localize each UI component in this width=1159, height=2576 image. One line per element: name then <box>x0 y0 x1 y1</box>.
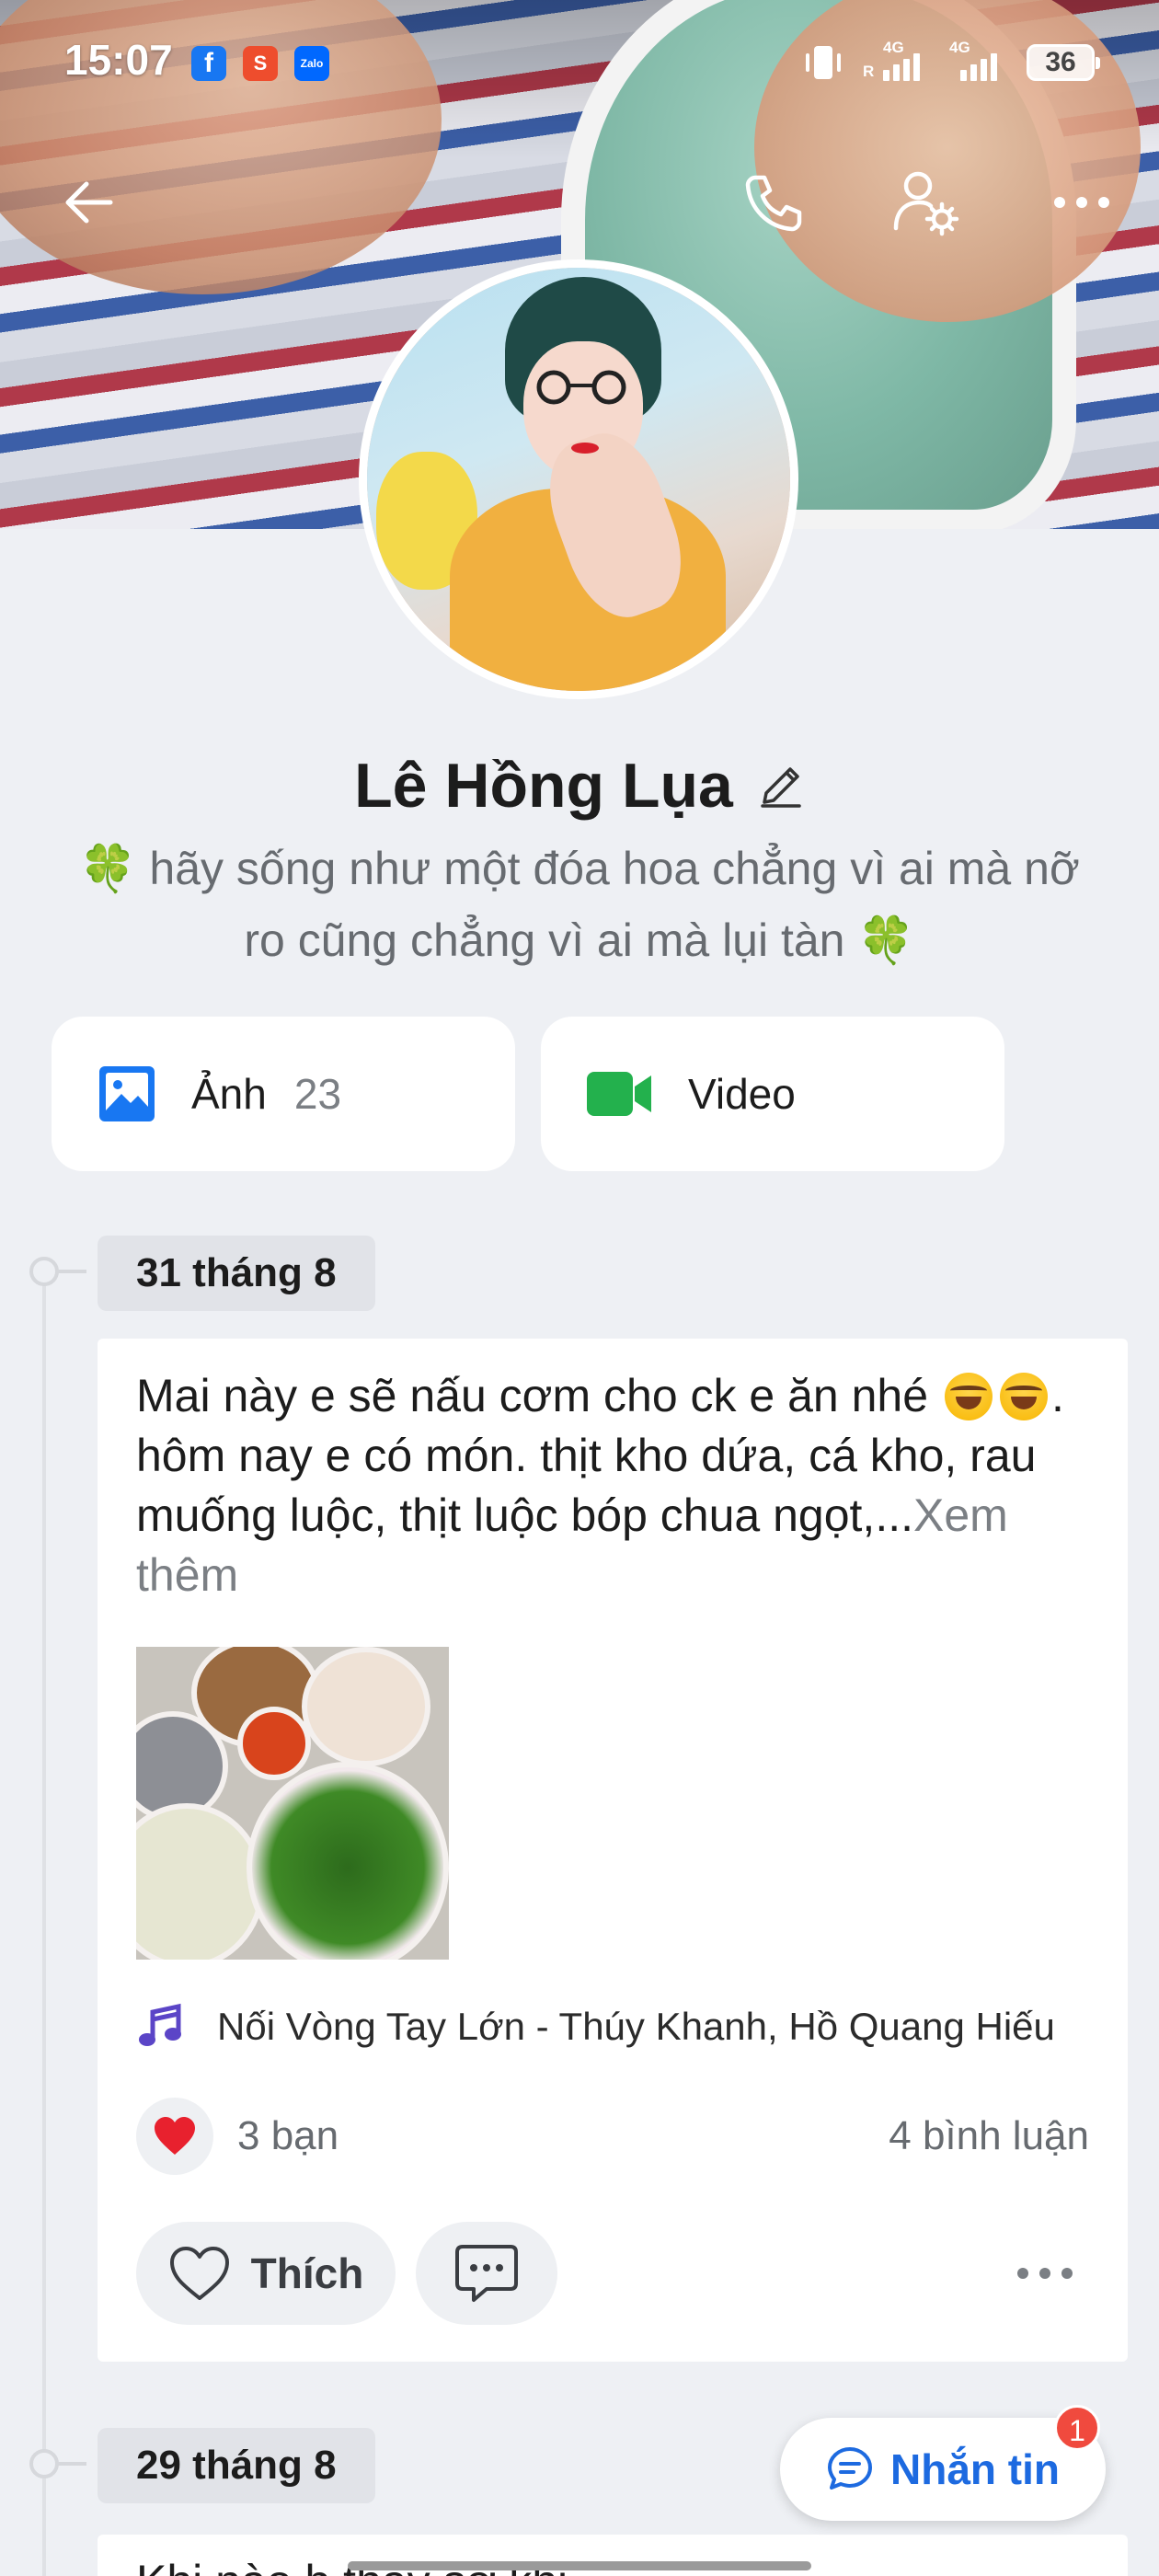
profile-bio: 🍀 hãy sống như một đóa hoa chẳng vì ai m… <box>79 843 1080 966</box>
more-horizontal-icon <box>1054 197 1109 208</box>
home-indicator[interactable] <box>348 2561 811 2570</box>
like-label: Thích <box>250 2249 364 2297</box>
chat-bubble-icon <box>828 2447 872 2490</box>
comment-button[interactable] <box>416 2222 557 2325</box>
network-label: 4G <box>883 39 904 56</box>
post-text-part: Mai này e sẽ nấu cơm cho ck e ăn nhé <box>136 1370 941 1421</box>
timeline-dot <box>29 1257 86 1286</box>
food-plate <box>237 1707 311 1780</box>
call-button[interactable] <box>736 166 809 239</box>
timeline-line <box>42 1270 46 2576</box>
roaming-label: R <box>863 63 875 80</box>
user-settings-icon <box>893 171 959 236</box>
comment-count[interactable]: 4 bình luận <box>889 2113 1089 2159</box>
status-bar: 15:07 f S Zalo 4G R 4G 36 <box>0 0 1159 129</box>
signal-icon: 4G <box>949 39 1010 81</box>
post-card[interactable]: Mai này e sẽ nấu cơm cho ck e ăn nhé . h… <box>98 1339 1128 2362</box>
vibrate-icon <box>806 46 841 79</box>
reactions-row: 3 bạn 4 bình luận <box>136 2098 1089 2175</box>
post-text[interactable]: Mai này e sẽ nấu cơm cho ck e ăn nhé . h… <box>136 1366 1093 1605</box>
photos-button[interactable]: Ảnh 23 <box>52 1017 515 1171</box>
dot <box>1061 2268 1073 2279</box>
dot <box>1017 2268 1028 2279</box>
music-title: Nối Vòng Tay Lớn - Thúy Khanh, Hồ Quang … <box>217 2005 1055 2048</box>
phone-icon <box>745 175 802 232</box>
avatar-detail <box>571 443 599 454</box>
facebook-icon: f <box>191 46 226 81</box>
message-label: Nhắn tin <box>890 2445 1060 2493</box>
avatar-detail <box>536 370 626 405</box>
date-chip: 31 tháng 8 <box>98 1236 375 1311</box>
shopee-icon: S <box>243 46 278 81</box>
heart-outline-icon <box>169 2247 229 2300</box>
videos-button[interactable]: Video <box>541 1017 1004 1171</box>
food-plate <box>247 1762 449 1960</box>
photos-count: 23 <box>293 1070 342 1118</box>
video-camera-icon <box>587 1072 651 1116</box>
profile-avatar[interactable] <box>359 259 798 699</box>
status-indicators: 4G R 4G 36 <box>800 37 1100 88</box>
rofl-emoji-icon <box>944 1373 993 1420</box>
food-plate <box>136 1803 265 1960</box>
music-row[interactable]: Nối Vòng Tay Lớn - Thúy Khanh, Hồ Quang … <box>136 2003 1055 2051</box>
reaction-count[interactable]: 3 bạn <box>237 2113 339 2159</box>
comment-icon <box>455 2245 518 2302</box>
profile-name-row: Lê Hồng Lụa <box>0 750 1159 822</box>
battery-icon: 36 <box>1027 44 1100 81</box>
video-label: Video <box>688 1070 796 1118</box>
back-button[interactable] <box>52 166 125 239</box>
heart-icon <box>155 2117 195 2155</box>
dot <box>1039 2268 1050 2279</box>
network-label: 4G <box>949 39 970 56</box>
profile-settings-button[interactable] <box>889 166 962 239</box>
heart-reaction[interactable] <box>136 2098 213 2175</box>
signal-icon: 4G R <box>863 39 933 81</box>
photo-gallery-icon <box>99 1066 155 1121</box>
status-time: 15:07 <box>64 36 173 84</box>
profile-name: Lê Hồng Lụa <box>354 751 733 821</box>
rofl-emoji-icon <box>999 1373 1048 1420</box>
unread-badge: 1 <box>1054 2405 1100 2451</box>
date-chip: 29 tháng 8 <box>98 2428 375 2503</box>
zalo-icon: Zalo <box>294 46 329 81</box>
post-actions: Thích <box>136 2222 1089 2325</box>
music-note-icon <box>139 2003 181 2046</box>
post-photo[interactable] <box>136 1647 449 1960</box>
more-options-button[interactable] <box>1045 166 1119 239</box>
food-plate <box>302 1647 430 1766</box>
arrow-left-icon <box>65 181 113 224</box>
message-button[interactable]: Nhắn tin 1 <box>780 2405 1106 2521</box>
like-button[interactable]: Thích <box>136 2222 396 2325</box>
timeline-dot <box>29 2449 86 2478</box>
edit-pencil-icon[interactable] <box>757 762 805 810</box>
post-more-button[interactable] <box>1017 2268 1073 2279</box>
photos-label: Ảnh <box>191 1070 267 1118</box>
